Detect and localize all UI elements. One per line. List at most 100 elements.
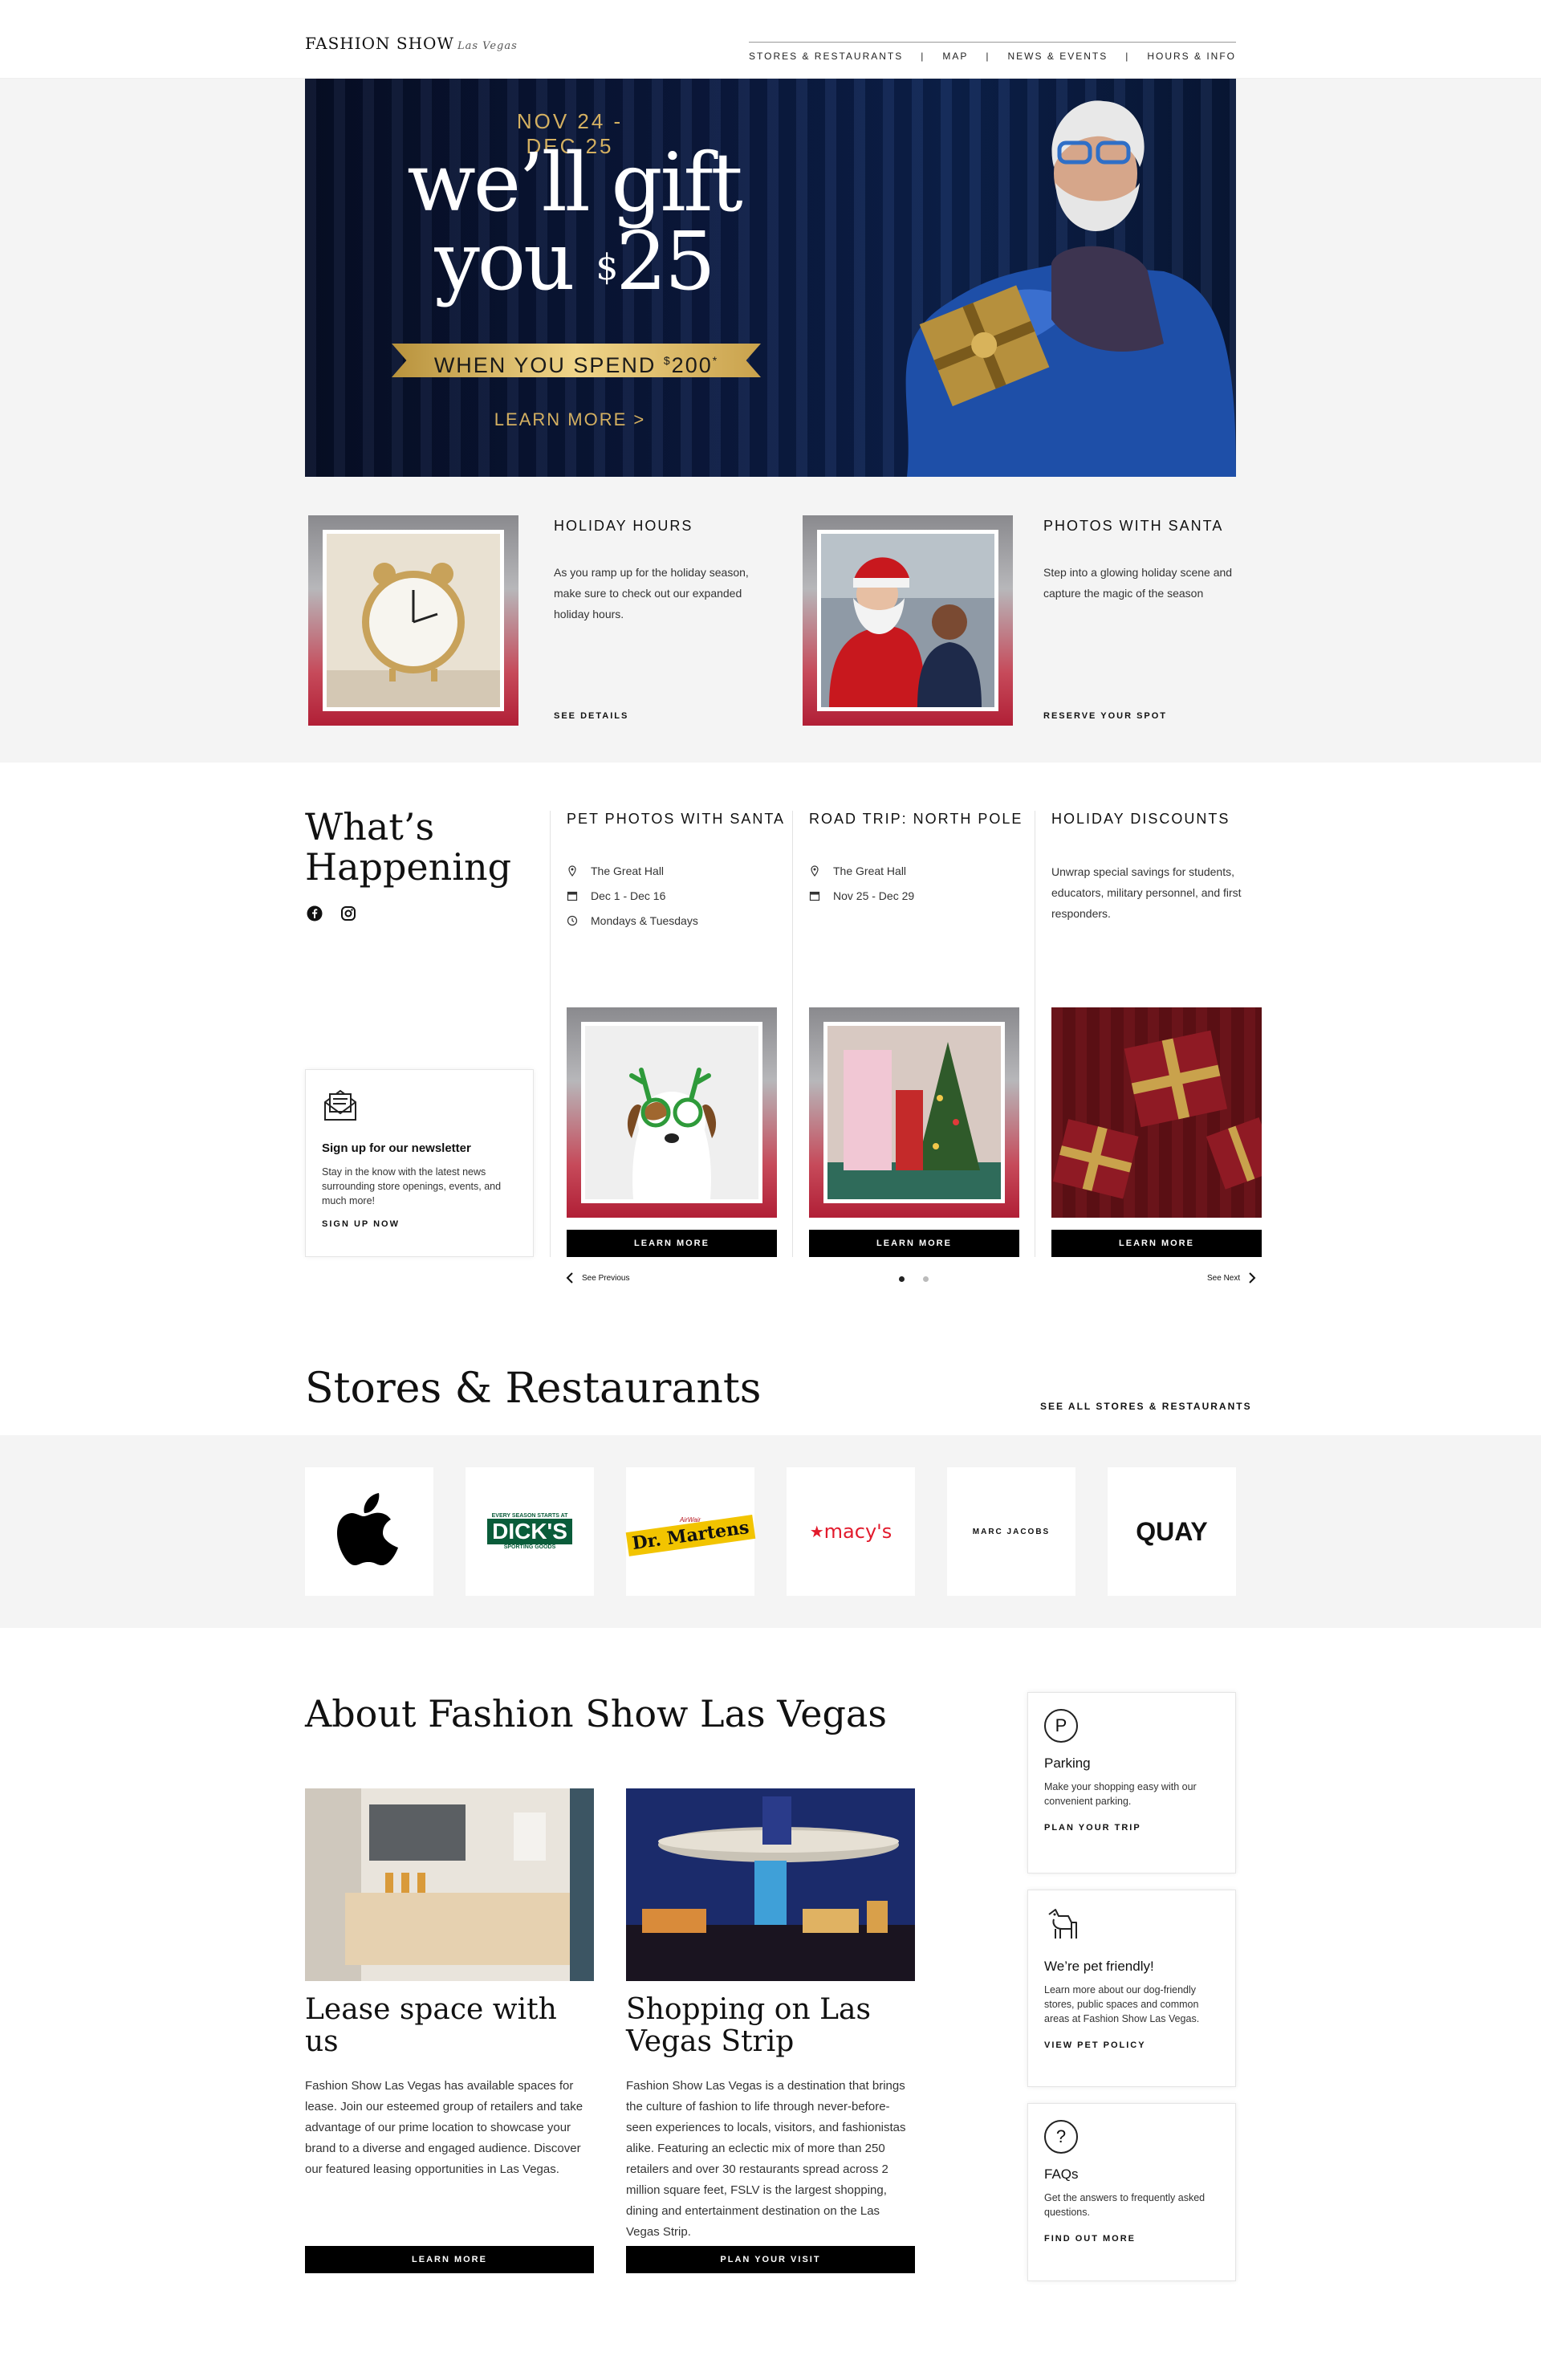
pet-friendly-title: We’re pet friendly!: [1044, 1959, 1154, 1974]
location-pin-icon: [568, 865, 576, 877]
calendar-icon: [567, 891, 578, 901]
see-all-stores-link[interactable]: SEE ALL STORES & RESTAURANTS: [1040, 1401, 1252, 1412]
macys-tile[interactable]: ★ macy's: [787, 1467, 915, 1596]
shopping-strip-text: Fashion Show Las Vegas is a destination …: [626, 2079, 906, 2239]
promo-learn-more-link[interactable]: LEARN MORE >: [490, 409, 650, 430]
newsletter-description: Stay in the know with the latest news su…: [322, 1166, 502, 1206]
nav-hours-info[interactable]: HOURS & INFO: [1147, 51, 1236, 62]
event-location-text: The Great Hall: [833, 864, 907, 877]
lease-space-text: Fashion Show Las Vegas has available spa…: [305, 2079, 583, 2176]
dog-icon: [585, 1026, 758, 1199]
learn-more-button[interactable]: LEARN MORE: [809, 1230, 1019, 1257]
find-out-more-link[interactable]: FIND OUT MORE: [1044, 2234, 1219, 2244]
holiday-hours-image[interactable]: [308, 515, 518, 726]
promo-gift-amount: 25: [616, 214, 715, 308]
christmas-tree-display-icon: [827, 1026, 1001, 1199]
marc-jacobs-logo-text: MARC JACOBS: [972, 1527, 1051, 1536]
event-title: ROAD TRIP: NORTH POLE: [809, 811, 1023, 827]
carousel-next[interactable]: See Next: [1207, 1271, 1256, 1284]
sign-up-now-link[interactable]: SIGN UP NOW: [322, 1219, 517, 1229]
road-trip-image[interactable]: [809, 1007, 1019, 1218]
facebook-icon[interactable]: [307, 905, 323, 921]
logo-script: Las Vegas: [457, 40, 518, 52]
gift-boxes-icon: [1051, 1007, 1262, 1218]
site-header: FASHION SHOW Las Vegas STORES & RESTAURAN…: [0, 0, 1541, 79]
location-pin-icon: [811, 865, 819, 877]
faqs-card: ? FAQs Get the answers to frequently ask…: [1027, 2103, 1236, 2281]
dicks-sporting-goods-tile[interactable]: EVERY SEASON STARTS AT DICK'S SPORTING G…: [466, 1467, 594, 1596]
carousel-dot-active[interactable]: [899, 1276, 905, 1282]
envelope-letter-icon: [324, 1089, 356, 1121]
parking-description: Make your shopping easy with our conveni…: [1044, 1781, 1197, 1807]
event-dates-text: Nov 25 - Dec 29: [833, 889, 915, 902]
nav-separator: |: [921, 51, 925, 62]
parking-card: P Parking Make your shopping easy with o…: [1027, 1692, 1236, 1873]
learn-more-button[interactable]: LEARN MORE: [567, 1230, 777, 1257]
chevron-left-icon: [566, 1272, 573, 1284]
event-dates: Nov 25 - Dec 29: [809, 883, 1035, 908]
santa-photo: [817, 530, 998, 711]
dog-with-antlers-photo: [581, 1022, 762, 1203]
event-card-holiday-discounts: HOLIDAY DISCOUNTS Unwrap special savings…: [1035, 811, 1277, 1257]
plan-your-visit-button[interactable]: PLAN YOUR VISIT: [626, 2246, 915, 2273]
apple-store-tile[interactable]: [305, 1467, 433, 1596]
fashion-show-building-icon: [626, 1788, 915, 1981]
ribbon-text: WHEN YOU SPEND: [433, 353, 657, 377]
plan-your-trip-link[interactable]: PLAN YOUR TRIP: [1044, 1823, 1219, 1833]
reserve-your-spot-link[interactable]: RESERVE YOUR SPOT: [1043, 711, 1167, 721]
event-card-road-trip: ROAD TRIP: NORTH POLE The Great Hall Nov…: [792, 811, 1035, 1257]
quay-logo-text: QUAY: [1136, 1516, 1208, 1546]
nav-map[interactable]: MAP: [942, 51, 968, 62]
newsletter-title: Sign up for our newsletter: [322, 1141, 471, 1155]
lease-learn-more-button[interactable]: LEARN MORE: [305, 2246, 594, 2273]
holiday-promo-banner[interactable]: NOV 24 - DEC 25 we’ll gift you $25 WHEN …: [305, 79, 1236, 477]
retail-interior-icon: [305, 1788, 594, 1981]
view-pet-policy-link[interactable]: VIEW PET POLICY: [1044, 2040, 1219, 2050]
whats-happening-line2: Happening: [305, 845, 512, 889]
dr-martens-tile[interactable]: AirWair Dr. Martens: [625, 1467, 755, 1596]
macys-star-icon: ★: [809, 1523, 824, 1541]
macys-logo-text: macy's: [823, 1520, 892, 1543]
see-previous-label: See Previous: [582, 1273, 630, 1283]
question-mark-icon: ?: [1044, 2120, 1078, 2154]
promo-dollar-sign: $: [596, 247, 618, 288]
event-card-pet-photos: PET PHOTOS WITH SANTA The Great Hall Dec…: [550, 811, 792, 1257]
event-location: The Great Hall: [567, 858, 792, 883]
instagram-icon[interactable]: [340, 905, 356, 921]
store-logos-band: [0, 1435, 1541, 1628]
event-time-text: Mondays & Tuesdays: [591, 913, 698, 927]
event-title: HOLIDAY DISCOUNTS: [1051, 811, 1230, 827]
learn-more-button[interactable]: LEARN MORE: [1051, 1230, 1262, 1257]
promo-headline-line2: you $25: [397, 222, 750, 302]
see-details-link[interactable]: SEE DETAILS: [554, 711, 628, 721]
main-nav: STORES & RESTAURANTS | MAP | NEWS & EVEN…: [749, 42, 1236, 62]
photos-with-santa-image[interactable]: [803, 515, 1013, 726]
quay-tile[interactable]: QUAY: [1108, 1467, 1236, 1596]
dicks-sub-text: SPORTING GOODS: [503, 1544, 556, 1550]
pet-photo-image[interactable]: [567, 1007, 777, 1218]
marc-jacobs-tile[interactable]: MARC JACOBS: [947, 1467, 1075, 1596]
photos-with-santa-title: PHOTOS WITH SANTA: [1043, 518, 1224, 534]
event-title: PET PHOTOS WITH SANTA: [567, 811, 786, 827]
dog-icon: [1048, 1909, 1077, 1939]
dicks-logo-text: DICK'S: [487, 1519, 572, 1544]
nav-stores-restaurants[interactable]: STORES & RESTAURANTS: [749, 51, 903, 62]
promo-spend-ribbon: WHEN YOU SPEND $200*: [392, 344, 761, 377]
event-location-text: The Great Hall: [591, 864, 665, 877]
carousel-dot[interactable]: [923, 1276, 929, 1282]
nav-news-events[interactable]: NEWS & EVENTS: [1008, 51, 1108, 62]
lease-space-image: [305, 1788, 594, 1981]
nav-separator: |: [986, 51, 990, 62]
holiday-discounts-image[interactable]: [1051, 1007, 1262, 1218]
pet-friendly-description: Learn more about our dog-friendly stores…: [1044, 1984, 1200, 2024]
site-logo[interactable]: FASHION SHOW Las Vegas: [305, 34, 518, 53]
event-location: The Great Hall: [809, 858, 1035, 883]
north-pole-display-photo: [823, 1022, 1005, 1203]
carousel-previous[interactable]: See Previous: [566, 1271, 629, 1284]
clock-icon: [567, 915, 578, 926]
whats-happening-line1: What’s: [305, 805, 435, 848]
santa-with-child-icon: [821, 534, 994, 707]
holiday-hours-title: HOLIDAY HOURS: [554, 518, 693, 534]
santa-figure-image: [905, 100, 1236, 477]
pet-friendly-card: We’re pet friendly! Learn more about our…: [1027, 1890, 1236, 2087]
